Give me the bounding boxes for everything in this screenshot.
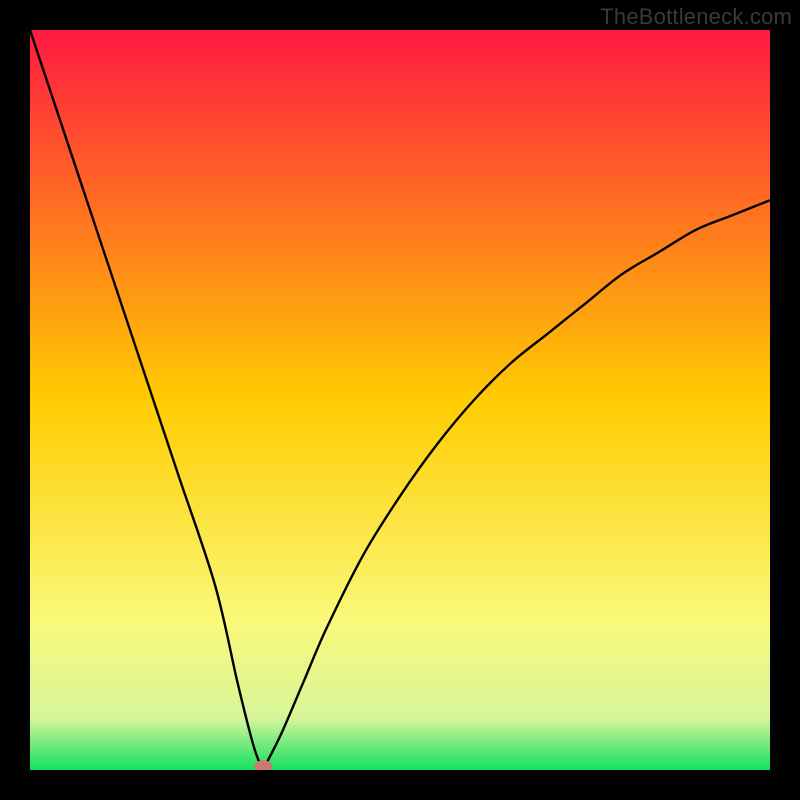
chart-background: [30, 30, 770, 770]
watermark-label: TheBottleneck.com: [600, 4, 792, 30]
chart-frame: TheBottleneck.com: [0, 0, 800, 800]
bottleneck-chart: [30, 30, 770, 770]
